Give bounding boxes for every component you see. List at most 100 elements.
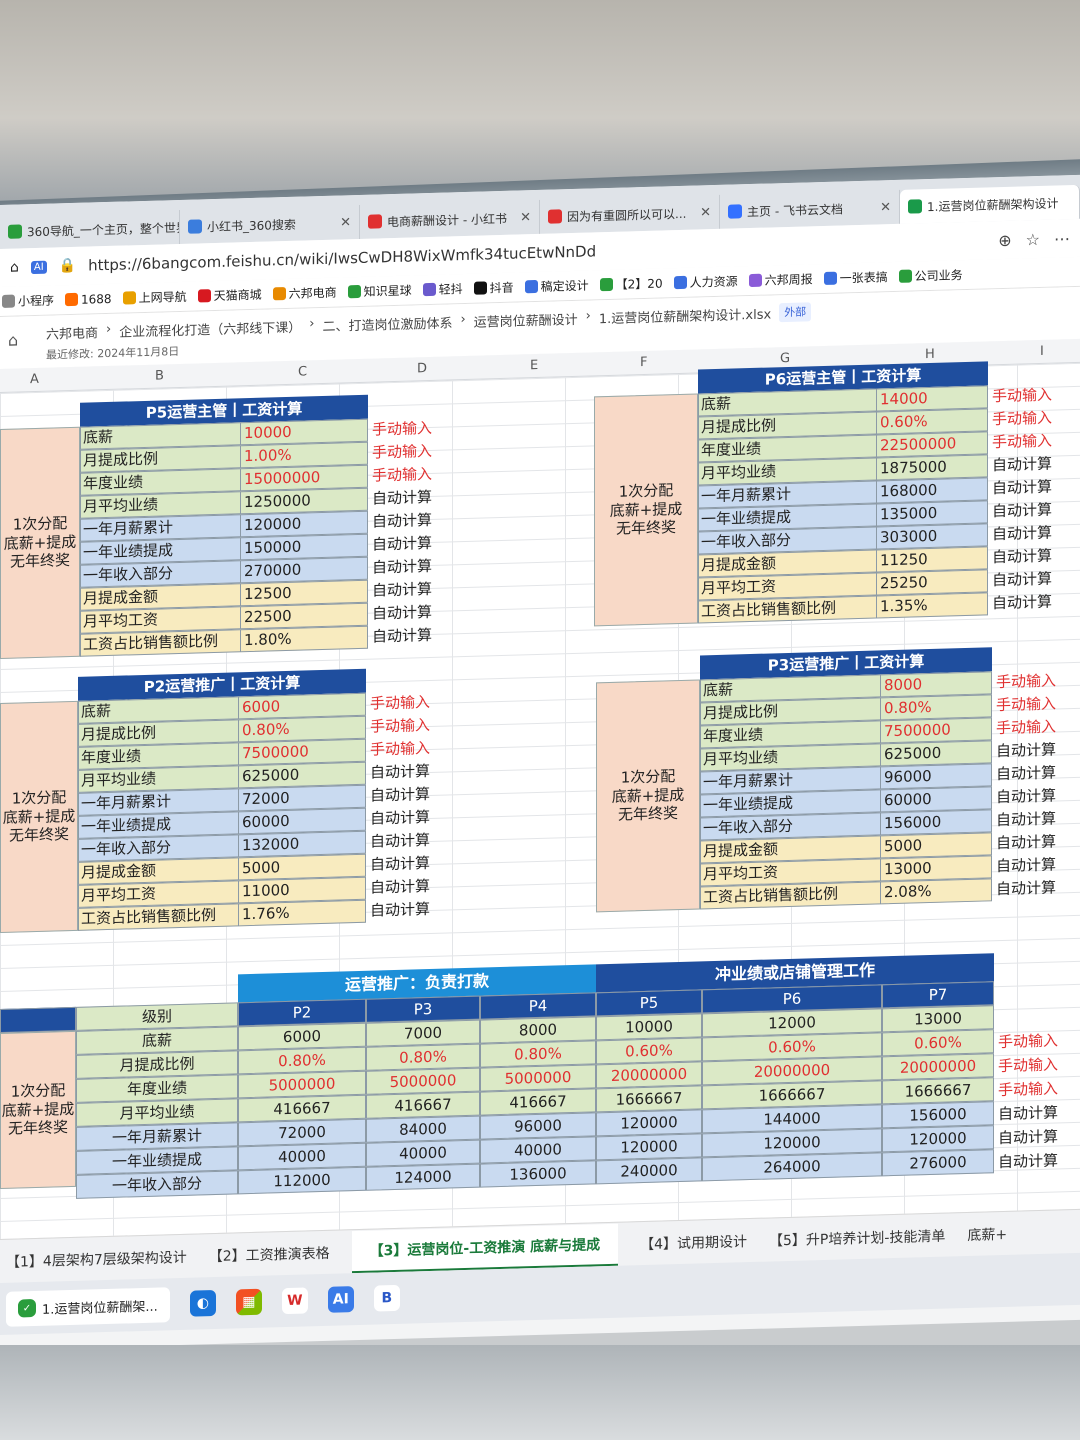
summary-cell[interactable]: 8000 <box>480 1016 596 1044</box>
summary-cell[interactable]: 96000 <box>480 1112 596 1140</box>
cell-note[interactable]: 手动输入 <box>368 439 468 465</box>
cell-value[interactable]: 0.80% <box>880 694 992 721</box>
summary-cell[interactable]: 156000 <box>882 1101 994 1129</box>
sheet-tab[interactable]: 【3】运营岗位-工资推演 底薪与提成 <box>351 1223 619 1273</box>
cell-note[interactable]: 自动计算 <box>366 897 466 923</box>
cell-value[interactable]: 25250 <box>876 569 988 596</box>
browser-tab[interactable]: 电商薪酬设计 - 小红书 ✕ <box>360 199 540 239</box>
cell-label[interactable]: 工资占比销售额比例 <box>78 903 238 931</box>
summary-cell[interactable]: 0.80% <box>238 1046 366 1075</box>
cell-note[interactable]: 自动计算 <box>368 600 468 626</box>
cell-note[interactable]: 自动计算 <box>988 544 1078 570</box>
ai-icon[interactable]: AI <box>30 260 47 274</box>
browser-tab[interactable]: 360导航_一个主页，整个世界✕ <box>0 209 180 249</box>
summary-cell[interactable]: 0.60% <box>882 1029 994 1057</box>
summary-note[interactable]: 手动输入 <box>998 1077 1058 1100</box>
breadcrumb-item[interactable]: 六邦电商 <box>46 322 98 342</box>
cell-note[interactable]: 自动计算 <box>368 577 468 603</box>
summary-cell[interactable]: 5000000 <box>480 1064 596 1092</box>
cell-note[interactable]: 手动输入 <box>992 692 1080 717</box>
bookmark-item[interactable]: 【2】20 <box>599 274 663 293</box>
b-app-icon[interactable]: B <box>373 1284 400 1312</box>
browser-tab[interactable]: 主页 - 飞书云文档 ✕ <box>720 189 900 229</box>
bookmark-item[interactable]: 天猫商城 <box>197 286 262 305</box>
cell-note[interactable]: 自动计算 <box>992 830 1080 855</box>
summary-cell[interactable]: 10000 <box>596 1013 702 1041</box>
column-letter[interactable]: E <box>530 358 538 373</box>
summary-cell[interactable]: 124000 <box>366 1163 480 1191</box>
column-letter[interactable]: B <box>155 368 164 383</box>
cell-note[interactable]: 自动计算 <box>988 521 1078 547</box>
sheet-tab[interactable]: 【2】工资推演表格 <box>209 1242 330 1265</box>
breadcrumb-item[interactable]: 二、打造岗位激励体系 <box>322 312 452 335</box>
summary-cell[interactable]: 120000 <box>596 1133 702 1161</box>
summary-cell[interactable]: 0.80% <box>480 1040 596 1068</box>
summary-cell[interactable]: 40000 <box>238 1142 366 1171</box>
summary-cell[interactable]: 13000 <box>882 1005 994 1033</box>
browser-tab[interactable]: 因为有重圆所以可以... ✕ <box>540 194 720 234</box>
bookmark-item[interactable]: 上网导航 <box>122 288 187 307</box>
cell-note[interactable]: 手动输入 <box>366 713 466 739</box>
summary-cell[interactable]: 1666667 <box>882 1077 994 1105</box>
cell-note[interactable]: 手动输入 <box>368 416 468 442</box>
summary-cell[interactable]: 416667 <box>480 1088 596 1116</box>
cell-value[interactable]: 625000 <box>880 740 992 767</box>
cell-value[interactable]: 96000 <box>880 763 992 790</box>
breadcrumb-item[interactable]: 运营岗位薪酬设计 <box>474 309 578 331</box>
summary-cell[interactable]: 72000 <box>238 1118 366 1147</box>
home-icon[interactable]: ⌂ <box>10 259 19 275</box>
bookmark-item[interactable]: 一张表搞 <box>823 268 888 287</box>
cell-note[interactable]: 自动计算 <box>366 874 466 900</box>
cell-note[interactable]: 手动输入 <box>368 462 468 488</box>
browser-icon[interactable]: ◐ <box>189 1289 216 1317</box>
cell-note[interactable]: 自动计算 <box>992 876 1080 901</box>
bookmark-item[interactable]: 六邦电商 <box>272 284 337 303</box>
cell-value[interactable]: 156000 <box>880 809 992 836</box>
summary-cell[interactable]: 112000 <box>238 1166 366 1195</box>
bookmark-item[interactable]: 公司业务 <box>898 266 963 285</box>
summary-cell[interactable]: 136000 <box>480 1160 596 1188</box>
column-letter[interactable]: A <box>30 372 39 387</box>
cell-value[interactable]: 22500000 <box>876 431 988 458</box>
breadcrumb-item[interactable]: 1.运营岗位薪酬架构设计.xlsx <box>599 303 771 327</box>
cell-note[interactable]: 自动计算 <box>992 761 1080 786</box>
cell-note[interactable]: 自动计算 <box>992 784 1080 809</box>
cell-value[interactable]: 303000 <box>876 523 988 550</box>
close-icon[interactable]: ✕ <box>520 210 531 225</box>
summary-note[interactable]: 手动输入 <box>998 1029 1058 1052</box>
summary-cell[interactable]: 20000000 <box>882 1053 994 1081</box>
browser-tab[interactable]: 小红书_360搜索 ✕ <box>180 204 360 244</box>
cell-note[interactable]: 自动计算 <box>368 485 468 511</box>
cell-value[interactable]: 5000 <box>880 832 992 859</box>
cell-note[interactable]: 自动计算 <box>368 531 468 557</box>
cell-note[interactable]: 自动计算 <box>368 508 468 534</box>
summary-cell[interactable]: 416667 <box>238 1094 366 1123</box>
bookmark-item[interactable]: 轻抖 <box>422 280 463 298</box>
summary-cell[interactable]: 120000 <box>596 1109 702 1137</box>
summary-cell[interactable]: 20000000 <box>596 1061 702 1089</box>
cell-value[interactable]: 168000 <box>876 477 988 504</box>
summary-cell[interactable]: 0.80% <box>366 1043 480 1071</box>
cell-value[interactable]: 1.35% <box>876 592 988 619</box>
cell-note[interactable]: 自动计算 <box>988 452 1078 478</box>
summary-note[interactable]: 手动输入 <box>998 1053 1058 1076</box>
summary-cell[interactable]: 7000 <box>366 1019 480 1047</box>
column-letter[interactable]: F <box>640 355 647 370</box>
cell-value[interactable]: 1.76% <box>238 899 366 927</box>
sheet-tab[interactable]: 底薪+ <box>967 1223 1007 1244</box>
cell-note[interactable]: 手动输入 <box>366 690 466 716</box>
more-icon[interactable]: ⋯ <box>1054 229 1070 248</box>
bookmark-item[interactable]: 人力资源 <box>673 272 738 291</box>
cell-value[interactable]: 135000 <box>876 500 988 527</box>
url-field[interactable]: https://6bangcom.feishu.cn/wiki/IwsCwDH8… <box>88 242 596 274</box>
cell-note[interactable]: 自动计算 <box>368 554 468 580</box>
close-icon[interactable]: ✕ <box>340 215 351 230</box>
cell-note[interactable]: 自动计算 <box>366 759 466 785</box>
breadcrumb-item[interactable]: 企业流程化打造（六邦线下课） <box>119 317 301 341</box>
cell-value[interactable]: 7500000 <box>880 717 992 744</box>
bookmark-item[interactable]: 六邦周报 <box>748 270 813 289</box>
cell-note[interactable]: 自动计算 <box>988 475 1078 501</box>
cell-note[interactable]: 手动输入 <box>988 383 1078 409</box>
close-icon[interactable]: ✕ <box>700 205 711 220</box>
cell-value[interactable]: 0.60% <box>876 408 988 435</box>
